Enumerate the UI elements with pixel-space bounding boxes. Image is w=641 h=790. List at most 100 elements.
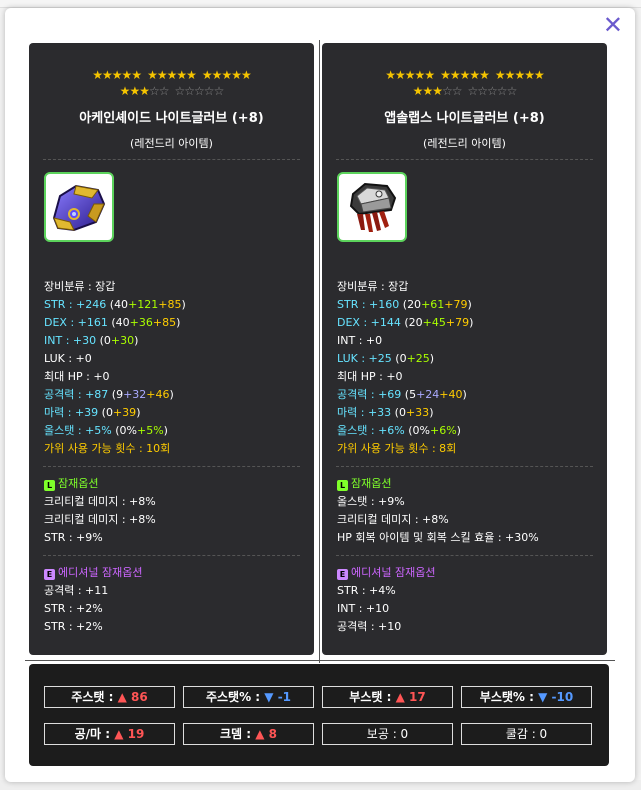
summary-value: -10: [547, 690, 574, 704]
stat-paren: (: [108, 388, 117, 401]
potential-line: 올스탯 : +9%: [337, 495, 405, 508]
star-icon: ★: [221, 68, 232, 82]
stat-label: DEX :: [337, 316, 371, 329]
star-icon: ☆: [184, 84, 195, 98]
star-force-row-1: ★★★★★ ★★★★★ ★★★★★: [322, 67, 607, 83]
stat-add-2: +79: [444, 298, 468, 311]
stat-paren: (: [96, 334, 104, 347]
stat-add-1: +6%: [429, 424, 457, 437]
arrow-down-icon: ▼: [264, 690, 274, 704]
star-icon: ★: [92, 68, 103, 82]
star-icon: ★: [119, 84, 131, 98]
stat-add-1: +121: [128, 298, 159, 311]
stat-paren: (: [401, 388, 410, 401]
potential-section: L 잠재옵션 올스탯 : +9% 크리티컬 데미지 : +8% HP 회복 아이템…: [322, 475, 607, 547]
stat-line: 마력 : +33 (0+33): [337, 404, 592, 422]
stat-base: 0: [398, 406, 406, 419]
stat-label: 최대 HP :: [44, 370, 94, 383]
star-icon: ★: [422, 84, 433, 98]
star-icon: ☆: [194, 84, 205, 98]
upgrade-count: 가위 사용 가능 횟수 : 10회: [29, 440, 314, 458]
separator: [43, 555, 300, 556]
star-icon: ☆: [213, 84, 225, 98]
compare-modal: ✕ ★★★★★ ★★★★★ ★★★★★ ★★★☆☆ ☆☆☆☆☆ 아케인셰이드 나이트글…: [5, 8, 635, 782]
separator: [43, 159, 300, 160]
stat-base: 0: [103, 334, 111, 347]
stat-label: INT :: [44, 334, 73, 347]
stat-add-1: +61: [421, 298, 445, 311]
star-force-row-1: ★★★★★ ★★★★★ ★★★★★: [29, 67, 314, 83]
stat-line: 공격력 : +87 (9+32+46): [44, 386, 299, 404]
star-icon: ☆: [496, 84, 508, 98]
stat-base: 0%: [412, 424, 430, 437]
summary-chip: 공/마 : ▲ 19: [44, 723, 175, 745]
potential-line: 크리티컬 데미지 : +8%: [337, 513, 449, 526]
close-icon[interactable]: ✕: [603, 12, 623, 38]
stat-label: 마력 :: [44, 406, 75, 419]
stat-paren: ): [429, 406, 434, 419]
vertical-divider: [319, 40, 320, 663]
stat-line: 올스탯 : +6% (0%+6%): [337, 422, 592, 440]
star-icon: ☆: [467, 84, 479, 98]
comparison-summary: 주스탯 : ▲ 86 주스탯% : ▼ -1 부스탯 : ▲ 17 부스탯% : ▼ …: [29, 664, 609, 766]
stat-add-2: +46: [146, 388, 170, 401]
stat-total: +6%: [378, 424, 405, 437]
stat-line: 마력 : +39 (0+39): [44, 404, 299, 422]
stat-label: 마력 :: [337, 406, 368, 419]
star-force-row-2: ★★★☆☆ ☆☆☆☆☆: [29, 83, 314, 99]
additional-potential-line: 공격력 : +11: [44, 584, 109, 597]
summary-chip: 부스탯 : ▲ 17: [322, 686, 453, 708]
star-icon: ★: [412, 84, 424, 98]
horizontal-divider: [25, 660, 615, 661]
stat-paren: (: [391, 352, 400, 365]
arcane-glove-icon: [44, 172, 114, 242]
stat-add-1: +25: [406, 352, 430, 365]
star-icon: ★: [102, 68, 113, 82]
stat-total: +5%: [85, 424, 112, 437]
star-icon: ☆: [506, 84, 518, 98]
stat-label: 공격력 :: [337, 388, 379, 401]
stat-base: 0: [105, 406, 113, 419]
star-icon: ★: [469, 68, 480, 82]
stat-total: +160: [369, 298, 400, 311]
stat-line: INT : +0: [337, 332, 592, 350]
legendary-badge-icon: L: [337, 480, 348, 491]
star-icon: ★: [240, 68, 252, 82]
stat-paren: (: [107, 316, 116, 329]
star-icon: ★: [414, 68, 426, 82]
stat-line: STR : +160 (20+61+79): [337, 296, 592, 314]
star-icon: ★: [514, 68, 525, 82]
stat-label: 올스탯 :: [337, 424, 379, 437]
summary-label: 부스탯 :: [349, 690, 396, 704]
stat-total: +144: [370, 316, 401, 329]
stat-base: 0%: [119, 424, 137, 437]
stat-label: LUK :: [337, 352, 369, 365]
epic-badge-icon: E: [337, 569, 348, 580]
separator: [336, 555, 593, 556]
stat-line: 최대 HP : +0: [44, 368, 299, 386]
summary-chip: 보공 : 0: [322, 723, 453, 745]
stat-line: 공격력 : +69 (5+24+40): [337, 386, 592, 404]
stat-total: +30: [72, 334, 97, 347]
stat-base: 40: [115, 316, 130, 329]
stat-base: 40: [114, 298, 129, 311]
star-icon: ★: [440, 68, 451, 82]
summary-chip: 부스탯% : ▼ -10: [461, 686, 592, 708]
star-icon: ★: [129, 84, 140, 98]
additional-potential-line: STR : +2%: [44, 602, 103, 615]
star-icon: ★: [504, 68, 516, 82]
stat-add-1: +33: [405, 406, 430, 419]
stat-add-1: +45: [422, 316, 446, 329]
stat-paren: (: [98, 406, 106, 419]
item-name: 앱솔랩스 나이트글러브 (+8): [384, 111, 545, 126]
stat-paren: ): [456, 424, 461, 437]
stat-total: +0: [365, 334, 383, 347]
summary-chip: 주스탯 : ▲ 86: [44, 686, 175, 708]
stat-paren: (: [400, 316, 409, 329]
stat-add-2: +85: [158, 298, 182, 311]
star-icon: ★: [176, 68, 187, 82]
stat-line: DEX : +161 (40+36+85): [44, 314, 299, 332]
stat-add-1: +39: [112, 406, 137, 419]
summary-chip: 크뎀 : ▲ 8: [183, 723, 314, 745]
stat-paren: ): [469, 316, 474, 329]
